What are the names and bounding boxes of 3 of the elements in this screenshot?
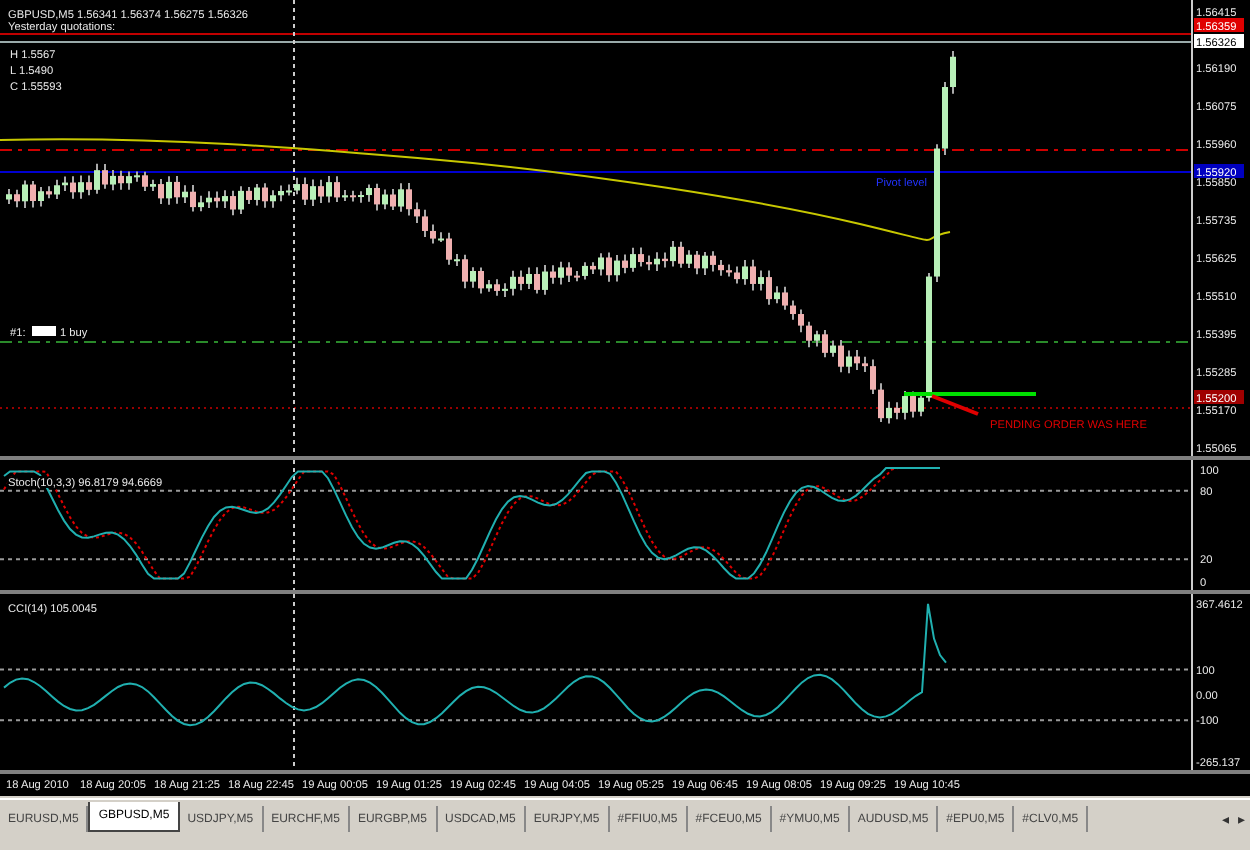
cursor-line	[293, 460, 295, 590]
order-line	[904, 392, 1036, 396]
redacted-block	[32, 326, 56, 336]
